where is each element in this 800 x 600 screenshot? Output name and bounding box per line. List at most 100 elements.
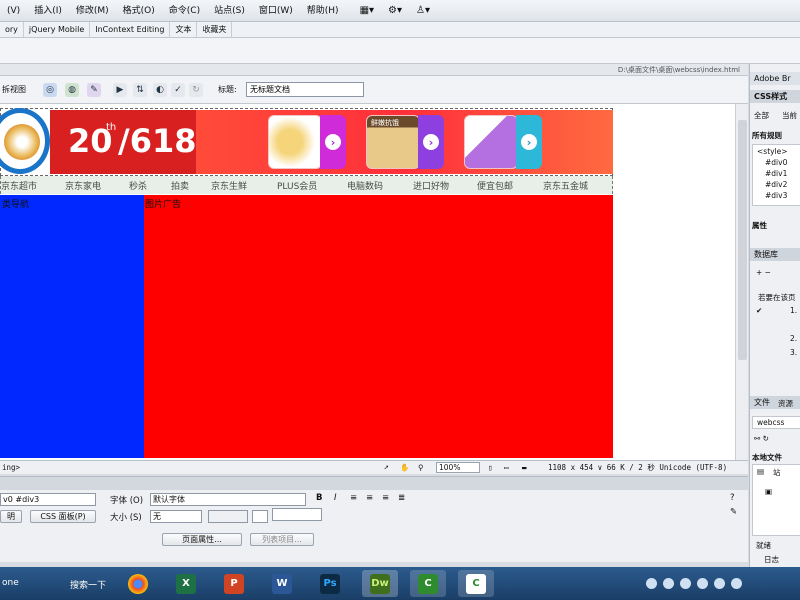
dreamweaver-icon[interactable]: Dw bbox=[362, 570, 398, 597]
product-image-3[interactable] bbox=[464, 115, 518, 169]
file-management-icon[interactable]: ⇅ bbox=[133, 83, 147, 97]
nav-item[interactable]: 进口好物 bbox=[413, 179, 449, 192]
preview-icon[interactable]: ▶ bbox=[113, 83, 127, 97]
layout-switcher[interactable]: ▦▾ bbox=[360, 5, 374, 16]
camtasia-recorder-icon[interactable]: C bbox=[458, 570, 494, 597]
desktop-size-icon[interactable]: ▬ bbox=[522, 462, 527, 474]
css-styles-tab[interactable]: CSS样式 bbox=[750, 90, 800, 103]
menu-window[interactable]: 窗口(W) bbox=[252, 0, 300, 22]
justify-icon[interactable]: ≣ bbox=[398, 493, 405, 503]
user-menu[interactable]: ♙▾ bbox=[416, 5, 430, 16]
align-left-icon[interactable]: ≡ bbox=[350, 493, 357, 503]
align-center-icon[interactable]: ≡ bbox=[366, 493, 373, 503]
globe-icon[interactable]: ◍ bbox=[65, 83, 79, 97]
nav-item[interactable]: 拍卖 bbox=[171, 179, 189, 192]
word-icon[interactable]: W bbox=[264, 570, 300, 597]
zoom-tool-icon[interactable]: ⚲ bbox=[418, 462, 424, 474]
photoshop-icon[interactable]: Ps bbox=[312, 570, 348, 597]
tray-icon[interactable] bbox=[697, 578, 708, 589]
powerpoint-icon[interactable]: P bbox=[216, 570, 252, 597]
visual-aids-icon[interactable]: ◐ bbox=[153, 83, 167, 97]
assets-tab[interactable]: 资源 bbox=[778, 398, 793, 409]
nav-item[interactable]: 秒杀 bbox=[129, 179, 147, 192]
title-input[interactable] bbox=[246, 82, 364, 97]
site-select[interactable]: webcss bbox=[752, 416, 800, 429]
target-rule-select[interactable]: v0 #div3 bbox=[0, 493, 96, 506]
rule-item[interactable]: #div3 bbox=[765, 191, 787, 200]
rule-item[interactable]: <style> bbox=[757, 147, 788, 156]
file-tree[interactable]: ▤ 站 ▣ bbox=[752, 464, 800, 536]
menu-modify[interactable]: 修改(M) bbox=[69, 0, 116, 22]
css-panel-button[interactable]: CSS 面板(P) bbox=[30, 510, 96, 523]
current-tab[interactable]: 当前 bbox=[782, 110, 797, 121]
mobile-size-icon[interactable]: ▯ bbox=[488, 462, 493, 474]
all-rules-tab[interactable]: 全部 bbox=[754, 110, 769, 121]
list-item-button[interactable]: 列表项目... bbox=[250, 533, 314, 546]
nav-item[interactable]: 京东五金城 bbox=[543, 179, 588, 192]
font-select[interactable]: 默认字体 bbox=[150, 493, 306, 506]
add-icon[interactable]: + − bbox=[756, 268, 771, 277]
network-icon[interactable] bbox=[714, 578, 725, 589]
tray-icon[interactable] bbox=[646, 578, 657, 589]
edit-rule-button[interactable]: 明 bbox=[0, 510, 22, 523]
menu-site[interactable]: 站点(S) bbox=[207, 0, 252, 22]
rule-item[interactable]: #div0 bbox=[765, 158, 787, 167]
zoom-select[interactable]: 100% bbox=[436, 462, 480, 473]
color-swatch[interactable] bbox=[252, 510, 268, 523]
menu-help[interactable]: 帮助(H) bbox=[300, 0, 346, 22]
scrollbar-thumb[interactable] bbox=[738, 120, 747, 360]
rule-item[interactable]: #div1 bbox=[765, 169, 787, 178]
help-icon[interactable]: ? bbox=[730, 493, 735, 503]
italic-button[interactable]: I bbox=[334, 493, 337, 503]
excel-icon[interactable]: X bbox=[168, 570, 204, 597]
nav-item[interactable]: PLUS会员 bbox=[277, 179, 317, 192]
site-root-label[interactable]: 站 bbox=[773, 467, 781, 478]
nav-item[interactable]: 便宜包邮 bbox=[477, 179, 513, 192]
camtasia-icon[interactable]: C bbox=[410, 570, 446, 597]
nav-item[interactable]: 京东生鲜 bbox=[211, 179, 247, 192]
tag-selector[interactable]: ing> bbox=[2, 462, 20, 474]
search-button[interactable]: 搜索一下 bbox=[70, 578, 106, 591]
view-mode-button[interactable]: 拆视图 bbox=[2, 84, 26, 95]
menu-format[interactable]: 格式(O) bbox=[116, 0, 162, 22]
menu-insert[interactable]: 插入(I) bbox=[27, 0, 69, 22]
help-tray-icon[interactable] bbox=[680, 578, 691, 589]
tab-ory[interactable]: ory bbox=[0, 21, 24, 38]
start-label[interactable]: one bbox=[2, 578, 19, 588]
page-properties-button[interactable]: 页面属性... bbox=[162, 533, 242, 546]
tablet-size-icon[interactable]: ▭ bbox=[504, 462, 509, 474]
bold-button[interactable]: B bbox=[316, 493, 322, 503]
promo-618-ad[interactable]: 20 th /618 bbox=[50, 110, 196, 174]
check-icon[interactable]: ✓ bbox=[171, 83, 185, 97]
chrome-icon[interactable] bbox=[120, 570, 156, 597]
live-view-icon[interactable]: ◎ bbox=[43, 83, 57, 97]
menu-view[interactable]: (V) bbox=[0, 0, 27, 22]
category-nav-div[interactable] bbox=[0, 195, 144, 458]
settings-menu[interactable]: ⚙▾ bbox=[388, 5, 402, 16]
select-tool-icon[interactable]: ➚ bbox=[384, 462, 389, 474]
tab-favorites[interactable]: 收藏夹 bbox=[197, 21, 233, 38]
database-tab[interactable]: 数据库 bbox=[750, 248, 800, 261]
log-button[interactable]: 日志 bbox=[764, 554, 779, 565]
tab-jquery-mobile[interactable]: jQuery Mobile bbox=[24, 21, 91, 38]
color-input[interactable] bbox=[272, 508, 322, 521]
connect-icon[interactable]: ⚯ ↻ bbox=[754, 434, 769, 443]
hand-tool-icon[interactable]: ✋ bbox=[400, 462, 409, 474]
nav-item[interactable]: 电脑数码 bbox=[347, 179, 383, 192]
quick-tag-icon[interactable]: ✎ bbox=[730, 507, 737, 517]
product-arrow-1[interactable]: › bbox=[320, 115, 346, 169]
rule-item[interactable]: #div2 bbox=[765, 180, 787, 189]
size-select[interactable]: 无 bbox=[150, 510, 202, 523]
tab-text[interactable]: 文本 bbox=[170, 21, 198, 38]
inspect-icon[interactable]: ✎ bbox=[87, 83, 101, 97]
align-right-icon[interactable]: ≡ bbox=[382, 493, 389, 503]
product-image-1[interactable] bbox=[268, 115, 322, 169]
tray-icon[interactable] bbox=[663, 578, 674, 589]
nav-item[interactable]: 京东家电 bbox=[65, 179, 101, 192]
product-image-2[interactable]: 鲜嫩抗饿 bbox=[366, 115, 420, 169]
product-arrow-3[interactable]: › bbox=[516, 115, 542, 169]
nav-item[interactable]: 京东超市 bbox=[1, 179, 37, 192]
product-arrow-2[interactable]: › bbox=[418, 115, 444, 169]
design-scrollbar[interactable] bbox=[735, 104, 748, 460]
refresh-icon[interactable]: ↻ bbox=[189, 83, 203, 97]
